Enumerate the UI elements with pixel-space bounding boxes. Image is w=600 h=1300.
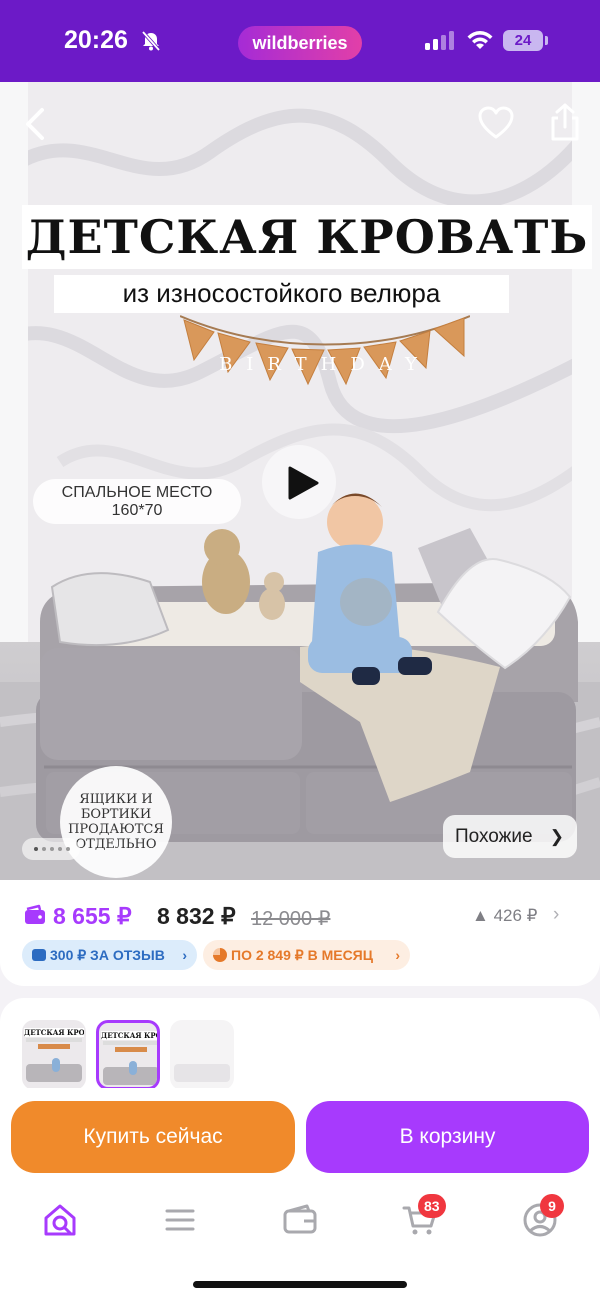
share-icon[interactable] (548, 102, 582, 142)
pie-chart-icon (213, 948, 227, 962)
wallet-icon (25, 904, 45, 924)
chevron-right-icon: ❯ (549, 827, 564, 846)
heart-icon[interactable] (478, 106, 514, 140)
old-price: 12 000 ₽ (251, 908, 331, 930)
installment-chip[interactable]: ПО 2 849 ₽ В МЕСЯЦ › (203, 940, 410, 970)
product-gallery[interactable]: ДЕТСКАЯ КРОВАТЬ из износостойкого велюра… (0, 82, 600, 880)
chevron-right-icon[interactable]: › (553, 904, 559, 926)
chevron-right-icon: › (182, 947, 187, 963)
wallet-tab-icon[interactable] (280, 1200, 320, 1240)
thumbnail-bed (174, 1064, 230, 1082)
play-icon (288, 466, 319, 500)
sleeping-area-size: 160*70 (111, 502, 163, 519)
page-dot (50, 847, 54, 851)
back-arrow-icon[interactable] (22, 106, 50, 142)
battery-indicator: 24 (503, 30, 543, 51)
thumbnail-subtitle-bar (103, 1041, 157, 1045)
sleeping-area-label: СПАЛЬНОЕ МЕСТО 160*70 (33, 479, 241, 524)
thumbnail-title: ДЕТСКАЯ КРОВАТЬ (101, 1031, 160, 1040)
cart-count-badge: 83 (418, 1194, 446, 1218)
badge-line: ПРОДАЮТСЯ (68, 822, 164, 837)
cellular-signal-icon (425, 31, 454, 50)
current-price: 8 832 ₽ (157, 903, 236, 929)
profile-count-badge: 9 (540, 1194, 564, 1218)
price-history-button[interactable]: ▲ 426 ₽ (472, 906, 537, 926)
home-search-icon[interactable] (40, 1200, 80, 1240)
badge-line: ЯЩИКИ И (79, 792, 153, 807)
wallet-small-icon (32, 949, 46, 961)
status-bar: 20:26 wildberries 24 (0, 0, 600, 82)
wifi-icon (467, 31, 493, 49)
thumbnail-bunting (115, 1047, 147, 1052)
battery-tip (545, 36, 548, 45)
thumbnail-child (52, 1058, 60, 1072)
chevron-right-icon: › (395, 947, 400, 963)
gallery-pagination (22, 838, 80, 860)
trend-up-icon: ▲ (472, 906, 489, 925)
review-bonus-label: 300 ₽ ЗА ОТЗЫВ (50, 947, 165, 963)
thumbnail-selected[interactable]: ДЕТСКАЯ КРОВАТЬ (96, 1020, 160, 1090)
page-dot (42, 847, 46, 851)
badge-line: БОРТИКИ (80, 807, 152, 822)
menu-icon[interactable] (160, 1200, 200, 1240)
wildberries-logo: wildberries (238, 26, 362, 60)
wallet-price: 8 655 ₽ (53, 903, 132, 929)
thumbnail[interactable]: ДЕТСКАЯ КРОВАТЬ (22, 1020, 86, 1090)
page-dot (58, 847, 62, 851)
sleeping-area-title: СПАЛЬНОЕ МЕСТО (61, 484, 213, 501)
status-time: 20:26 (64, 26, 128, 54)
purchase-actions: Купить сейчас В корзину (0, 1088, 600, 1184)
thumbnail-bunting (38, 1044, 70, 1049)
thumbnail[interactable] (170, 1020, 234, 1090)
review-bonus-chip[interactable]: 300 ₽ ЗА ОТЗЫВ › (22, 940, 197, 970)
price-trend-value: 426 ₽ (493, 906, 538, 925)
home-indicator[interactable] (193, 1281, 407, 1288)
page-dot (66, 847, 70, 851)
similar-label: Похожие (455, 826, 533, 847)
thumbnail-child (129, 1061, 137, 1075)
add-to-cart-button[interactable]: В корзину (306, 1101, 589, 1173)
thumbnail-title: ДЕТСКАЯ КРОВАТЬ (24, 1028, 84, 1037)
play-video-button[interactable] (262, 445, 336, 519)
sold-separately-badge: ЯЩИКИ И БОРТИКИ ПРОДАЮТСЯ ОТДЕЛЬНО (60, 766, 172, 878)
bell-off-icon (141, 30, 161, 52)
thumbnail-subtitle-bar (26, 1038, 82, 1042)
similar-products-button[interactable]: Похожие ❯ (443, 815, 577, 858)
price-card: 8 655 ₽ 8 832 ₽ 12 000 ₽ ▲ 426 ₽ › 300 ₽… (0, 880, 600, 986)
installment-label: ПО 2 849 ₽ В МЕСЯЦ (231, 947, 373, 963)
buy-now-button[interactable]: Купить сейчас (11, 1101, 295, 1173)
page-dot-active (34, 847, 38, 851)
